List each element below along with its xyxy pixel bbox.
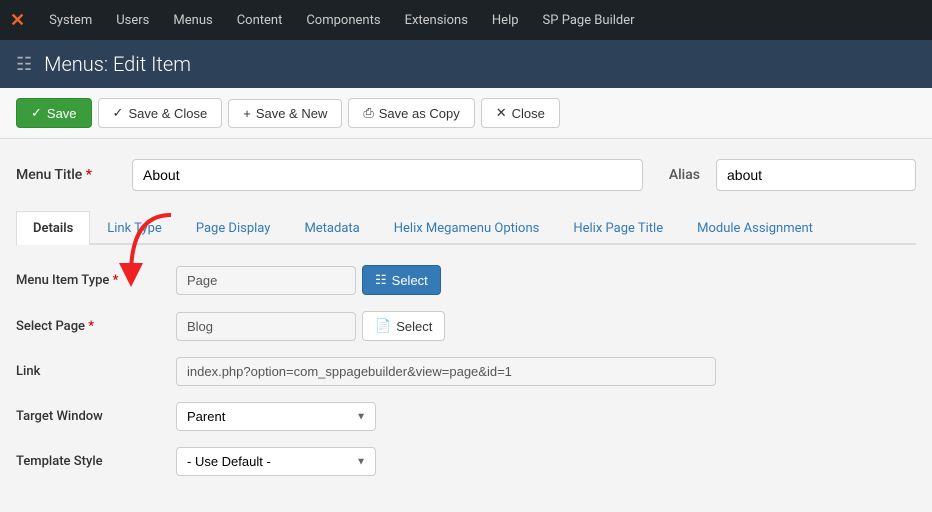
- template-style-select[interactable]: - Use Default -: [176, 447, 376, 476]
- save-copy-button[interactable]: ⎙ Save as Copy: [348, 98, 474, 128]
- page-select-button[interactable]: 📄 Select: [362, 311, 445, 341]
- main-content: Menu Title * Alias Details Link Type Pag…: [0, 139, 932, 512]
- menu-title-row: Menu Title * Alias: [16, 159, 916, 191]
- nav-content[interactable]: Content: [227, 0, 293, 40]
- file-icon: 📄: [375, 318, 391, 334]
- page-title: Menus: Edit Item: [44, 52, 191, 76]
- toolbar: ✓ Save ✓ Save & Close + Save & New ⎙ Sav…: [0, 88, 932, 139]
- copy-icon: ⎙: [363, 105, 373, 121]
- tab-helix-page-title[interactable]: Helix Page Title: [556, 211, 680, 245]
- link-field: [176, 357, 716, 386]
- nav-system[interactable]: System: [39, 0, 102, 40]
- required-marker: *: [113, 273, 119, 288]
- nav-spbuilder[interactable]: SP Page Builder: [533, 0, 645, 40]
- plus-icon: +: [243, 106, 251, 121]
- select-page-row: Select Page * 📄 Select: [16, 311, 916, 341]
- target-window-select[interactable]: Parent New Window In popup: [176, 402, 376, 431]
- tab-bar: Details Link Type Page Display Metadata …: [16, 211, 916, 245]
- check-icon: ✓: [113, 105, 124, 121]
- grid-icon: ☷: [375, 272, 387, 288]
- required-marker2: *: [88, 319, 94, 334]
- template-style-label: Template Style: [16, 454, 176, 469]
- joomla-logo: ✕: [10, 10, 25, 31]
- menu-grid-icon: ☷: [16, 54, 32, 75]
- close-button[interactable]: ✕ Close: [481, 98, 560, 128]
- menu-item-type-field: [176, 266, 356, 295]
- target-window-select-wrapper: Parent New Window In popup: [176, 402, 376, 431]
- save-icon: ✓: [31, 105, 42, 121]
- nav-components[interactable]: Components: [296, 0, 390, 40]
- save-button[interactable]: ✓ Save: [16, 98, 92, 128]
- menu-title-label: Menu Title *: [16, 167, 116, 183]
- tab-helix-megamenu[interactable]: Helix Megamenu Options: [377, 211, 557, 245]
- required-marker: *: [86, 167, 92, 183]
- tab-details[interactable]: Details: [16, 211, 90, 245]
- tab-metadata[interactable]: Metadata: [287, 211, 376, 245]
- link-row: Link: [16, 357, 916, 386]
- menu-item-type-row: Menu Item Type * ☷ Select: [16, 265, 916, 295]
- select-page-label: Select Page *: [16, 319, 176, 334]
- select-page-field: [176, 312, 356, 341]
- nav-menus[interactable]: Menus: [163, 0, 222, 40]
- nav-extensions[interactable]: Extensions: [395, 0, 478, 40]
- tab-link-type[interactable]: Link Type: [90, 211, 179, 245]
- template-style-row: Template Style - Use Default -: [16, 447, 916, 476]
- tab-page-display[interactable]: Page Display: [179, 211, 288, 245]
- menu-title-input[interactable]: [132, 159, 643, 191]
- header-bar: ☷ Menus: Edit Item: [0, 40, 932, 88]
- target-window-label: Target Window: [16, 409, 176, 424]
- link-label: Link: [16, 364, 176, 379]
- template-style-select-wrapper: - Use Default -: [176, 447, 376, 476]
- alias-input[interactable]: [716, 159, 916, 191]
- nav-help[interactable]: Help: [482, 0, 529, 40]
- alias-label: Alias: [669, 167, 700, 183]
- tab-module-assignment[interactable]: Module Assignment: [680, 211, 830, 245]
- details-tab-content: Menu Item Type * ☷ Select: [16, 265, 916, 476]
- nav-users[interactable]: Users: [106, 0, 159, 40]
- menu-item-type-select-button[interactable]: ☷ Select: [362, 265, 441, 295]
- top-navigation: ✕ System Users Menus Content Components …: [0, 0, 932, 40]
- save-new-button[interactable]: + Save & New: [228, 99, 342, 128]
- menu-item-type-input-group: ☷ Select: [176, 265, 441, 295]
- select-page-input-group: 📄 Select: [176, 311, 445, 341]
- menu-item-type-label: Menu Item Type *: [16, 273, 176, 288]
- target-window-row: Target Window Parent New Window In popup: [16, 402, 916, 431]
- save-close-button[interactable]: ✓ Save & Close: [98, 98, 223, 128]
- close-icon: ✕: [496, 105, 507, 121]
